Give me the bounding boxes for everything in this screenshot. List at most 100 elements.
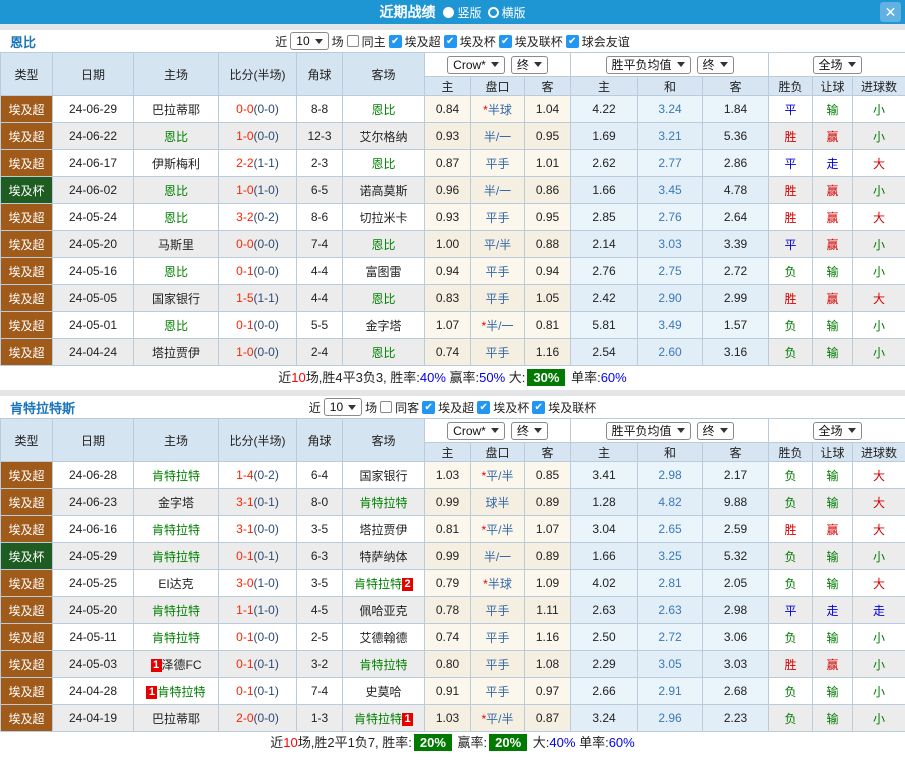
fulltime-score: 1-5 (236, 291, 253, 305)
league-type-cell: 埃及超 (1, 96, 53, 123)
odds-state-select-value: 终 (517, 422, 529, 439)
away-team-label: 史莫哈 (365, 685, 401, 699)
away-team-label: 肯特拉特 (354, 577, 402, 591)
league-type-cell: 埃及超 (1, 651, 53, 678)
league-checkbox-2[interactable]: ✔ (532, 401, 545, 414)
avg-type-select[interactable]: 胜平负均值 (606, 422, 691, 440)
scope-select-value: 全场 (819, 56, 843, 73)
odds-company-select[interactable]: Crow* (447, 422, 505, 440)
odds-away-cell: 0.97 (525, 678, 571, 705)
vertical-layout-radio[interactable] (443, 7, 454, 18)
result-goals-cell: 大 (853, 285, 905, 312)
corner-cell: 8-0 (297, 489, 343, 516)
close-icon[interactable]: ✕ (880, 2, 901, 22)
home-team: 恩比 (134, 177, 219, 204)
table-row: 埃及杯24-05-29肯特拉特0-1(0-1)6-3特萨纳体0.99半/一0.8… (1, 543, 905, 570)
same-venue-label: 同客 (395, 399, 419, 416)
away-team: 肯特拉特 (343, 489, 425, 516)
odds-away-cell: 0.89 (525, 543, 571, 570)
column-header-0: 类型 (1, 53, 53, 96)
avg-state-select[interactable]: 终 (697, 56, 734, 74)
odds-home-cell: 0.84 (425, 96, 471, 123)
table-row: 埃及超24-05-20肯特拉特1-1(1-0)4-5佩哈亚克0.78平手1.11… (1, 597, 905, 624)
score-cell: 1-0(0-0) (219, 339, 297, 366)
fulltime-score: 1-0 (236, 129, 253, 143)
away-team: 富图雷 (343, 258, 425, 285)
handicap-label: 平手 (485, 346, 509, 360)
odds-company-select[interactable]: Crow* (447, 56, 505, 74)
table-row: 埃及超24-05-25EI达克3-0(1-0)3-5肯特拉特20.79*半球1.… (1, 570, 905, 597)
sub-header-3: 主 (571, 77, 638, 96)
away-team-label: 国家银行 (359, 469, 407, 483)
avg-type-select[interactable]: 胜平负均值 (606, 56, 691, 74)
avg-draw-cell: 4.82 (638, 489, 703, 516)
odds-state-select[interactable]: 终 (511, 56, 548, 74)
avg-home-cell: 4.22 (571, 96, 638, 123)
score-cell: 1-0(1-0) (219, 177, 297, 204)
avg-home-cell: 2.50 (571, 624, 638, 651)
red-card-badge: 1 (402, 713, 413, 726)
odds-state-select[interactable]: 终 (511, 422, 548, 440)
fulltime-score: 0-1 (236, 684, 253, 698)
league-checkbox-1[interactable]: ✔ (444, 35, 457, 48)
result-outcome-cell: 负 (769, 705, 813, 732)
team-section: 肯特拉特斯近10场同客✔埃及超✔埃及杯✔埃及联杯类型日期主场比分(半场)角球客场… (0, 390, 905, 753)
home-team-label: 肯特拉特 (152, 523, 200, 537)
horizontal-layout-label[interactable]: 横版 (502, 4, 526, 21)
away-team: 肯特拉特1 (343, 705, 425, 732)
scope-select[interactable]: 全场 (813, 422, 862, 440)
match-count-select[interactable]: 10 (324, 398, 362, 416)
away-team: 恩比 (343, 339, 425, 366)
avg-draw-cell: 2.60 (638, 339, 703, 366)
avg-away-cell: 3.39 (703, 231, 769, 258)
match-count-select[interactable]: 10 (290, 32, 328, 50)
avg-away-cell: 2.99 (703, 285, 769, 312)
league-checkbox-0[interactable]: ✔ (389, 35, 402, 48)
corner-cell: 1-3 (297, 705, 343, 732)
league-checkbox-0[interactable]: ✔ (422, 401, 435, 414)
home-team-label: 肯特拉特 (152, 550, 200, 564)
odds-group-header: Crow* 终 (425, 419, 571, 443)
summary-segment-2: 场,胜2平1负7, 胜率: (298, 735, 412, 750)
away-team-label: 肯特拉特 (359, 496, 407, 510)
home-team: 肯特拉特 (134, 597, 219, 624)
away-team: 特萨纳体 (343, 543, 425, 570)
result-outcome-cell: 负 (769, 258, 813, 285)
vertical-layout-label[interactable]: 竖版 (457, 4, 481, 21)
corner-cell: 3-5 (297, 570, 343, 597)
table-row: 埃及超24-05-16恩比0-1(0-0)4-4富图雷0.94平手0.942.7… (1, 258, 905, 285)
league-checkbox-2[interactable]: ✔ (499, 35, 512, 48)
summary-segment-1: 10 (291, 370, 305, 385)
scope-select[interactable]: 全场 (813, 56, 862, 74)
odds-company-select-value: Crow* (453, 424, 486, 438)
sub-header-0: 主 (425, 443, 471, 462)
odds-away-cell: 1.11 (525, 597, 571, 624)
header-row-groups: 类型日期主场比分(半场)角球客场Crow*终胜平负均值终全场 (1, 53, 905, 77)
result-group-header: 全场 (769, 53, 905, 77)
league-checkbox-3[interactable]: ✔ (566, 35, 579, 48)
match-filters: 近10场同主✔埃及超✔埃及杯✔埃及联杯✔球会友谊 (275, 32, 629, 50)
league-checkbox-1[interactable]: ✔ (477, 401, 490, 414)
same-venue-checkbox[interactable] (347, 35, 359, 47)
date-cell: 24-06-17 (53, 150, 134, 177)
handicap-cell: 平手 (471, 624, 525, 651)
odds-home-cell: 0.94 (425, 258, 471, 285)
away-team-label: 恩比 (371, 157, 395, 171)
odds-away-cell: 0.87 (525, 705, 571, 732)
score-cell: 0-1(0-1) (219, 651, 297, 678)
fulltime-score: 0-1 (236, 657, 253, 671)
league-label-0: 埃及超 (438, 399, 474, 416)
away-team-label: 塔拉贾伊 (359, 523, 407, 537)
halftime-score: (1-0) (254, 183, 279, 197)
column-header-4: 角球 (297, 53, 343, 96)
league-type-cell: 埃及超 (1, 705, 53, 732)
chevron-down-icon (720, 428, 728, 433)
same-venue-checkbox[interactable] (380, 401, 392, 413)
avg-state-select[interactable]: 终 (697, 422, 734, 440)
handicap-label: 平手 (485, 265, 509, 279)
result-goals-cell: 大 (853, 516, 905, 543)
handicap-cell: 平手 (471, 339, 525, 366)
result-handicap-cell: 走 (813, 150, 853, 177)
chevron-down-icon (720, 62, 728, 67)
horizontal-layout-radio[interactable] (488, 7, 499, 18)
